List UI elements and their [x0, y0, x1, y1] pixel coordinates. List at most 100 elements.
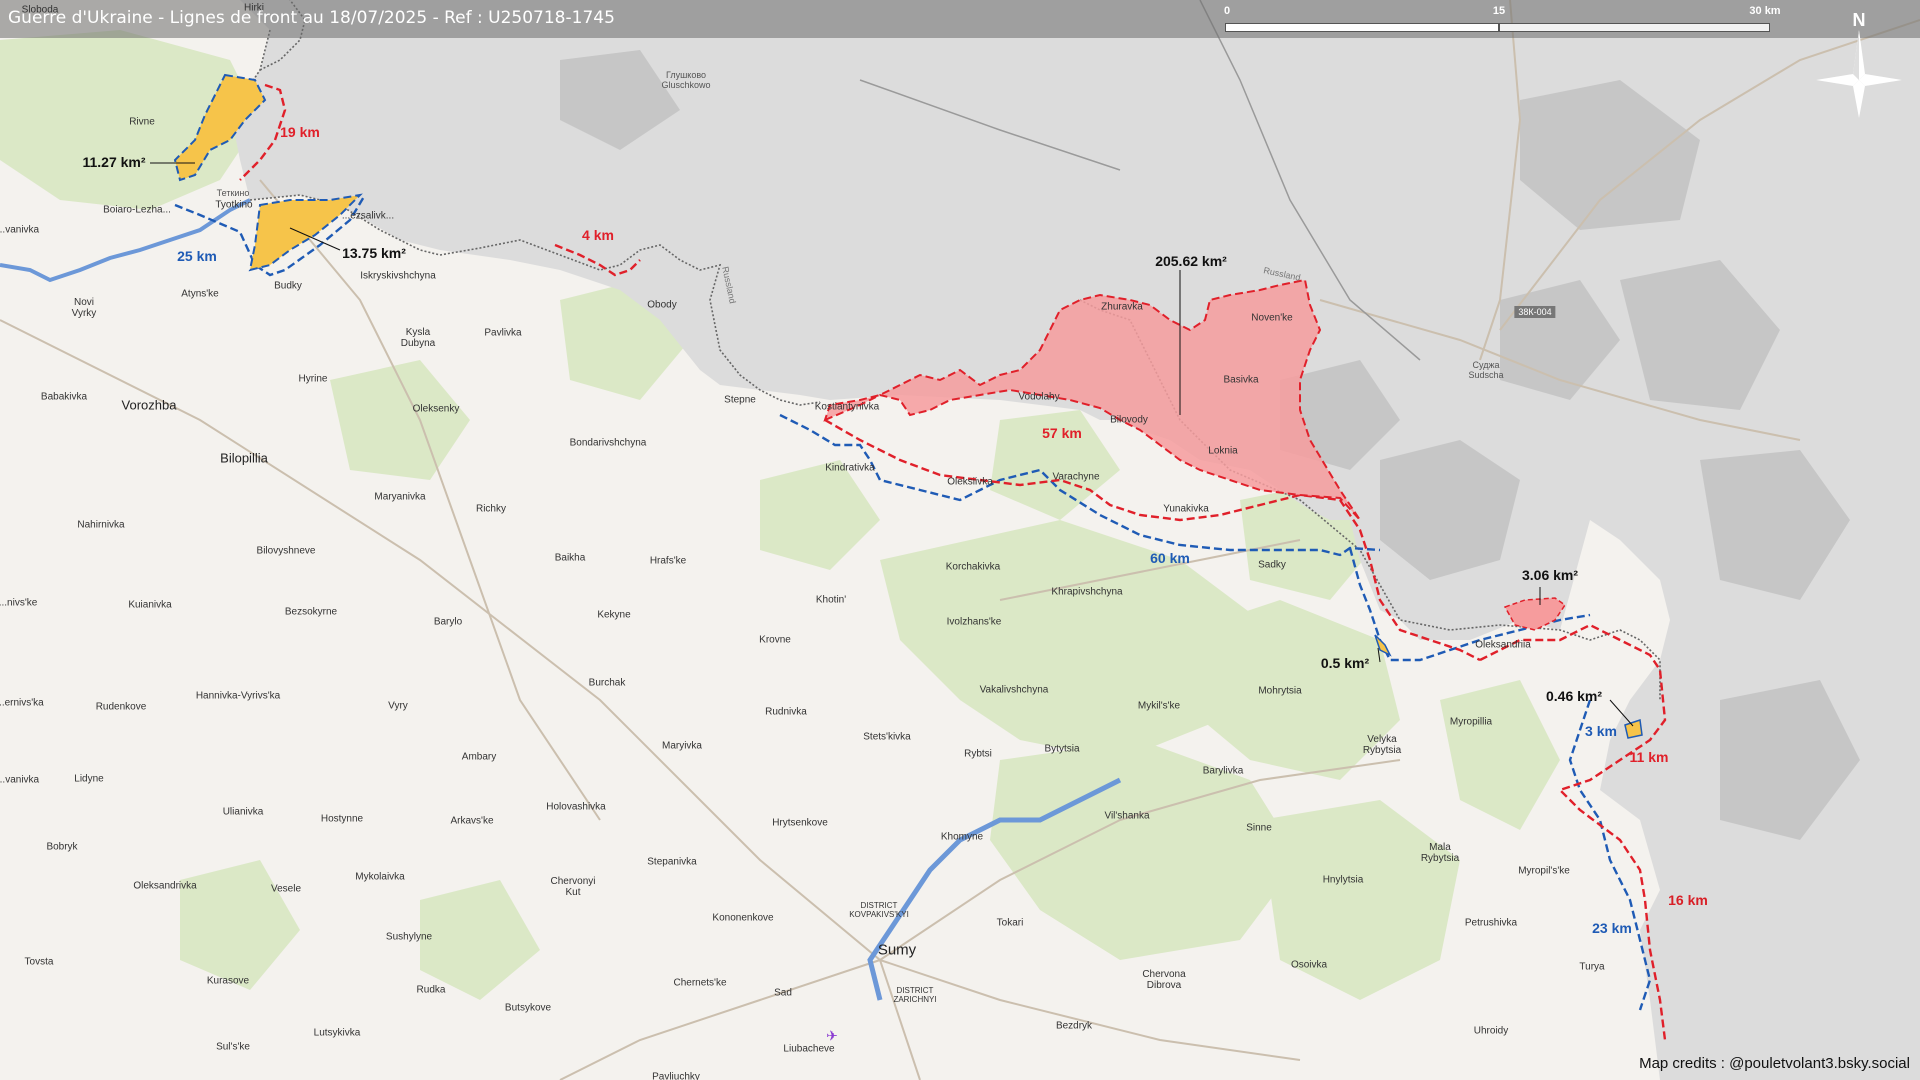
place-oleksenky: Oleksenky: [412, 403, 460, 415]
distance-label-60km: 60 km: [1150, 550, 1190, 566]
place-kononenkove: Kononenkove: [712, 912, 774, 924]
area-label-205-62: 205.62 km²: [1155, 253, 1227, 269]
place-budky: Budky: [274, 280, 302, 292]
place-novi-vyrky: Novi Vyrky: [71, 297, 97, 319]
distance-label-23km: 23 km: [1592, 920, 1632, 936]
place-bilopillia: Bilopillia: [220, 450, 268, 466]
place-pavliuchky: Pavliuchky: [652, 1071, 700, 1080]
front-line-map[interactable]: Guerre d'Ukraine - Lignes de front au 18…: [0, 0, 1920, 1080]
place-korchakivka: Korchakivka: [945, 561, 1001, 573]
place-krovne: Krovne: [759, 634, 791, 646]
place-vanivka: ...vanivka: [0, 224, 40, 236]
place-vorozhba: Vorozhba: [121, 397, 177, 413]
scale-bar: 0 15 30 km: [1223, 5, 1781, 35]
place-liubacheve: Liubacheve: [783, 1043, 835, 1055]
place-sudzha: Суджа Sudscha: [1468, 360, 1504, 380]
place-sadky: Sadky: [1258, 559, 1286, 571]
place-nahirnivka: Nahirnivka: [77, 519, 125, 531]
place-kurasove: Kurasove: [206, 975, 250, 987]
place-petrushivka: Petrushivka: [1464, 917, 1518, 929]
place-vil-shanka: Vil'shanka: [1104, 810, 1150, 822]
scale-segment-1: [1225, 23, 1499, 32]
distance-label-11km: 11 km: [1629, 749, 1669, 765]
compass-north-label: N: [1853, 10, 1866, 30]
place-sinne: Sinne: [1246, 822, 1272, 834]
distance-label-19km: 19 km: [280, 124, 320, 140]
place-obody: Obody: [647, 299, 677, 311]
place-sumy: Sumy: [877, 941, 917, 959]
scale-label-15: 15: [1492, 5, 1506, 17]
place-baikha: Baikha: [554, 552, 586, 564]
place-stepanivka: Stepanivka: [647, 856, 697, 868]
place-rivne: Rivne: [129, 116, 155, 128]
place-nivs-ke: ...nivs'ke: [0, 597, 38, 609]
distance-label-57km: 57 km: [1042, 425, 1082, 441]
place-hannivka-vyrivs-ka: Hannivka-Vyrivs'ka: [195, 690, 281, 702]
place-barylo: Barylo: [433, 616, 463, 628]
map-credits: Map credits : @pouletvolant3.bsky.social: [1639, 1055, 1910, 1072]
place-stepne: Stepne: [724, 394, 756, 406]
place-ivolzhans-ke: Ivolzhans'ke: [946, 616, 1002, 628]
place-mala-rybytsia: Mala Rybytsia: [1420, 842, 1460, 864]
place-uhroidy: Uhroidy: [1473, 1025, 1509, 1037]
area-label-13-75: 13.75 km²: [342, 245, 406, 261]
place-kekyne: Kekyne: [597, 609, 631, 621]
distance-label-25km: 25 km: [177, 248, 217, 264]
place-mykolaivka: Mykolaivka: [355, 871, 405, 883]
place-chervona-dibrova: Chervona Dibrova: [1142, 969, 1186, 991]
place-rybtsi: Rybtsi: [964, 748, 992, 760]
place-myropil-s-ke: Myropil's'ke: [1518, 865, 1570, 877]
place-basivka: Basivka: [1223, 374, 1259, 386]
place-maryanivka: Maryanivka: [374, 491, 426, 503]
place-noven-ke: Noven'ke: [1251, 312, 1293, 324]
place-yunakivka: Yunakivka: [1163, 503, 1209, 515]
distance-label-16km: 16 km: [1668, 892, 1708, 908]
scale-segment-2: [1499, 23, 1770, 32]
area-label-0-5: 0.5 km²: [1320, 655, 1370, 671]
place-sad: Sad: [774, 987, 792, 999]
place-osoivka: Osoivka: [1290, 959, 1328, 971]
place-oleksiivka: Oleksiivka: [947, 476, 993, 488]
place-vanivka-south: ...vanivka: [0, 774, 40, 786]
place-mykil-s-ke: Mykil's'ke: [1137, 700, 1181, 712]
place-lutsykivka: Lutsykivka: [313, 1027, 361, 1039]
place-ulianivka: Ulianivka: [222, 806, 264, 818]
place-bezdryk: Bezdryk: [1055, 1020, 1093, 1032]
place-bobryk: Bobryk: [46, 841, 78, 853]
place-vesele: Vesele: [270, 883, 302, 895]
place-boiaro-lezhachi: Boiaro-Lezha...: [103, 204, 171, 216]
place-oleksandriia: Oleksandriia: [1475, 639, 1531, 651]
place-ernivs-ka: ...ernivs'ka: [0, 697, 44, 709]
place-bytytsia: Bytytsia: [1044, 743, 1080, 755]
place-sul-s-ke: Sul's'ke: [216, 1041, 250, 1053]
place-turya: Turya: [1579, 961, 1605, 973]
place-district-zarichnyi: DISTRICT ZARICHNYI: [893, 986, 937, 1004]
place-bilovody: Bilovody: [1110, 414, 1148, 426]
place-maryivka: Maryivka: [661, 740, 703, 752]
place-atyns-ke: Atyns'ke: [181, 288, 219, 300]
place-district-kovpakivskyi: DISTRICT KOVPAKIVS'KYI: [849, 901, 909, 919]
place-rudnivka: Rudnivka: [765, 706, 807, 718]
place-bezsokyrne: Bezsokyrne: [284, 606, 338, 618]
place-bezsalivka: ...ezsalivk...: [341, 210, 395, 222]
place-stets-kivka: Stets'kivka: [863, 731, 911, 743]
road-badge-38k004: 38К-004: [1514, 306, 1556, 318]
place-hirki: Hirki: [244, 2, 264, 14]
scale-label-0: 0: [1223, 5, 1231, 17]
place-vyry: Vyry: [388, 700, 408, 712]
place-tokari: Tokari: [996, 917, 1024, 929]
place-pavlivka: Pavlivka: [484, 327, 522, 339]
place-kindratіvka: Kindratіvka: [825, 462, 875, 474]
compass-rose-icon: N: [1816, 6, 1902, 118]
place-hostynne: Hostynne: [320, 813, 364, 825]
place-varachyne: Varachyne: [1052, 471, 1100, 483]
place-rudka: Rudka: [416, 984, 446, 996]
place-kysla-dubyna: Kysla Dubyna: [400, 327, 436, 349]
place-glushkovo: Глушково Gluschkowo: [661, 70, 711, 90]
place-sloboda: Sloboda: [21, 4, 59, 16]
area-label-3-06: 3.06 km²: [1521, 567, 1579, 583]
place-lidyne: Lidyne: [74, 773, 104, 785]
place-velyka-rybytsia: Velyka Rybytsia: [1362, 734, 1402, 756]
distance-label-4km: 4 km: [582, 227, 614, 243]
place-rudenkove: Rudenkove: [95, 701, 147, 713]
